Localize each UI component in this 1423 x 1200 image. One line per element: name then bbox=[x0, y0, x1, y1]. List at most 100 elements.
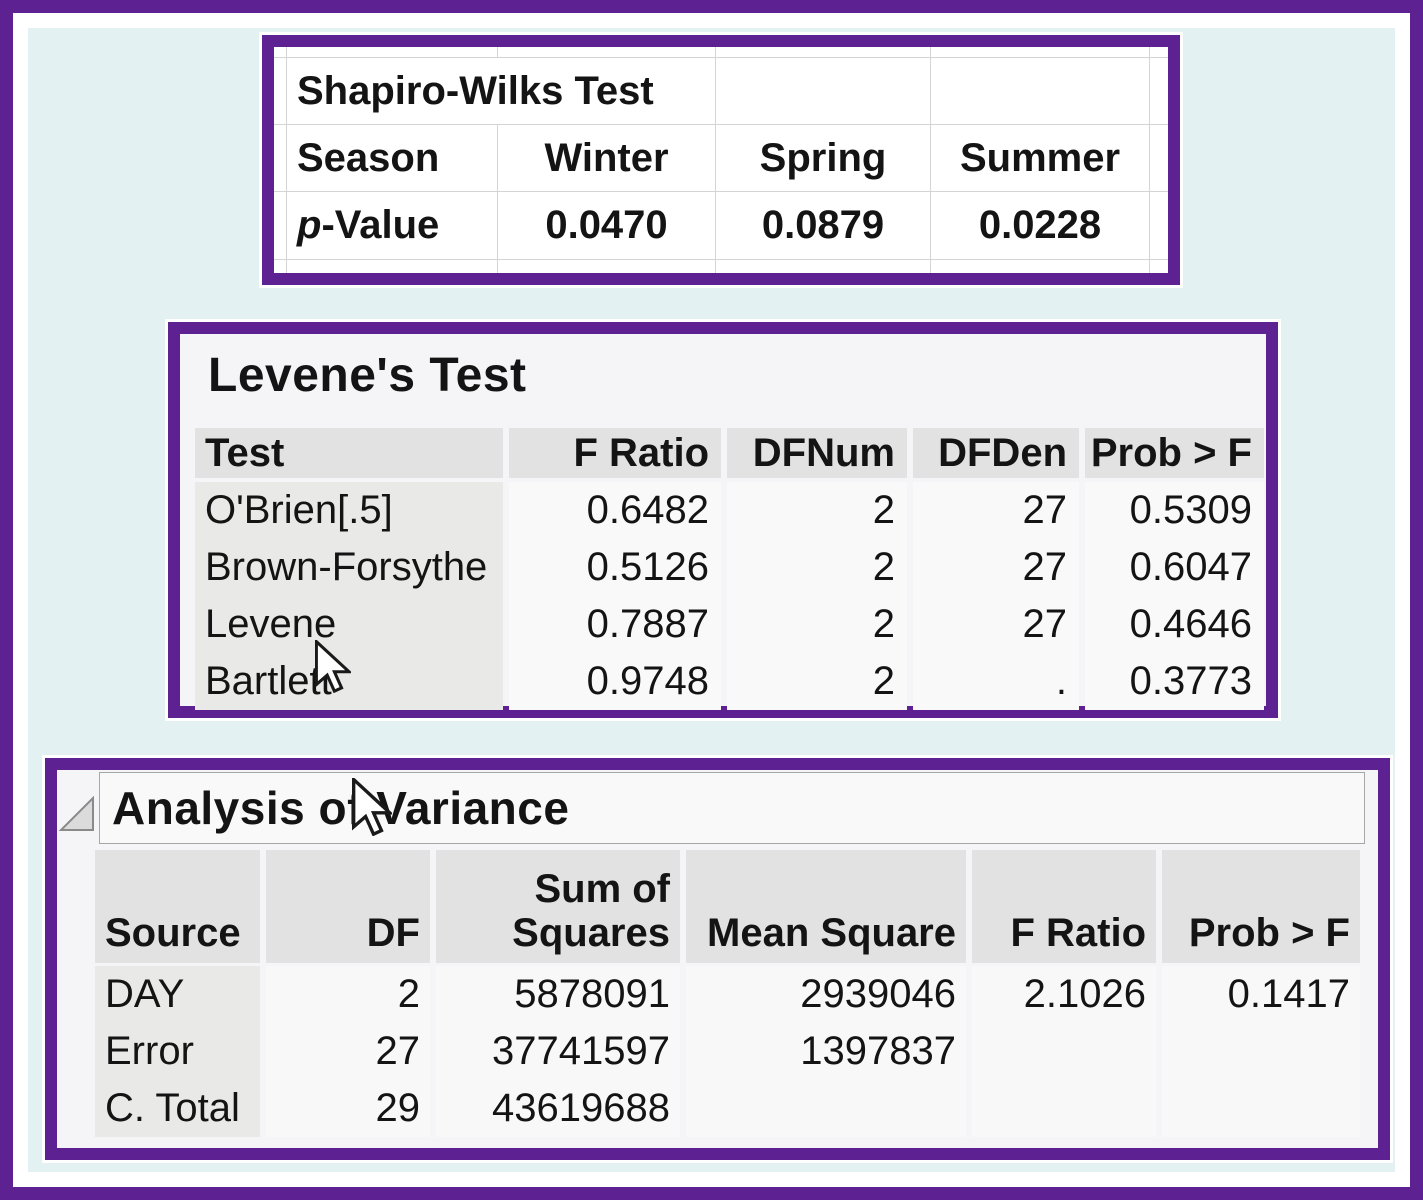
prob-f-value: 0.5309 bbox=[1085, 482, 1264, 539]
table-row: C. Total 29 43619688 bbox=[95, 1080, 1360, 1137]
grid-cell bbox=[274, 192, 287, 260]
df-value: 27 bbox=[266, 1023, 430, 1080]
pvalue-spring: 0.0879 bbox=[716, 192, 931, 260]
grid-cell bbox=[1150, 192, 1168, 260]
column-header-source: Source bbox=[95, 850, 260, 963]
outer-frame: Shapiro-Wilks Test Season Winter Spring … bbox=[0, 0, 1423, 1200]
source-name: C. Total bbox=[95, 1080, 260, 1137]
column-header-mean-square: Mean Square bbox=[686, 850, 966, 963]
test-name: O'Brien[.5] bbox=[195, 482, 503, 539]
sum-squares-value: 37741597 bbox=[436, 1023, 680, 1080]
grid-cell bbox=[716, 260, 931, 273]
prob-f-value: 0.1417 bbox=[1162, 966, 1360, 1023]
shapiro-title: Shapiro-Wilks Test bbox=[287, 58, 716, 125]
season-label: Season bbox=[287, 125, 498, 192]
df-value: 29 bbox=[266, 1080, 430, 1137]
prob-f-value: 0.3773 bbox=[1085, 653, 1264, 710]
mouse-cursor-icon bbox=[352, 778, 392, 836]
f-ratio-value: 2.1026 bbox=[972, 966, 1156, 1023]
column-header-dfnum: DFNum bbox=[727, 428, 907, 478]
grid-cell bbox=[274, 47, 287, 58]
mean-square-value: 2939046 bbox=[686, 966, 966, 1023]
anova-header-row: Source DF Sum of Squares Mean Square F R… bbox=[95, 850, 1360, 963]
dfden-value: 27 bbox=[913, 482, 1079, 539]
grid-cell bbox=[498, 260, 716, 273]
mouse-cursor-icon bbox=[315, 640, 351, 693]
df-value: 2 bbox=[266, 966, 430, 1023]
shapiro-table: Shapiro-Wilks Test Season Winter Spring … bbox=[274, 47, 1168, 273]
prob-f-value: 0.4646 bbox=[1085, 596, 1264, 653]
season-summer: Summer bbox=[931, 125, 1150, 192]
dfnum-value: 2 bbox=[727, 653, 907, 710]
anova-title-bar[interactable]: Analysis of Variance bbox=[99, 772, 1365, 844]
season-spring: Spring bbox=[716, 125, 931, 192]
grid-cell bbox=[274, 58, 287, 125]
column-header-prob-f: Prob > F bbox=[1085, 428, 1264, 478]
grid-cell bbox=[498, 47, 716, 58]
prob-f-value bbox=[1162, 1080, 1360, 1137]
table-row: Levene 0.7887 2 27 0.4646 bbox=[195, 596, 1264, 653]
sum-squares-value: 43619688 bbox=[436, 1080, 680, 1137]
table-row: O'Brien[.5] 0.6482 2 27 0.5309 bbox=[195, 482, 1264, 539]
grid-cell bbox=[931, 47, 1150, 58]
grid-cell bbox=[1150, 58, 1168, 125]
f-ratio-value bbox=[972, 1023, 1156, 1080]
table-row: Bartlett 0.9748 2 . 0.3773 bbox=[195, 653, 1264, 710]
f-ratio-value: 0.7887 bbox=[509, 596, 721, 653]
column-header-df: DF bbox=[266, 850, 430, 963]
mean-square-value: 1397837 bbox=[686, 1023, 966, 1080]
grid-cell bbox=[274, 125, 287, 192]
disclosure-triangle-icon[interactable] bbox=[57, 794, 97, 834]
grid-cell bbox=[716, 47, 931, 58]
f-ratio-value: 0.9748 bbox=[509, 653, 721, 710]
f-ratio-value bbox=[972, 1080, 1156, 1137]
grid-cell bbox=[716, 58, 931, 125]
prob-f-value: 0.6047 bbox=[1085, 539, 1264, 596]
pvalue-winter: 0.0470 bbox=[498, 192, 716, 260]
source-name: DAY bbox=[95, 966, 260, 1023]
season-winter: Winter bbox=[498, 125, 716, 192]
shapiro-wilks-panel: Shapiro-Wilks Test Season Winter Spring … bbox=[262, 35, 1180, 285]
anova-table: Source DF Sum of Squares Mean Square F R… bbox=[95, 850, 1360, 1137]
table-row: Error 27 37741597 1397837 bbox=[95, 1023, 1360, 1080]
source-name: Error bbox=[95, 1023, 260, 1080]
levene-header-row: Test F Ratio DFNum DFDen Prob > F bbox=[195, 428, 1264, 478]
grid-cell bbox=[1150, 125, 1168, 192]
levene-title: Levene's Test bbox=[208, 348, 527, 403]
dfnum-value: 2 bbox=[727, 596, 907, 653]
f-ratio-value: 0.5126 bbox=[509, 539, 721, 596]
grid-cell bbox=[274, 260, 287, 273]
column-header-sum-of-squares: Sum of Squares bbox=[436, 850, 680, 963]
anova-panel: Analysis of Variance Source DF Sum of Sq… bbox=[45, 758, 1390, 1160]
column-header-prob-f: Prob > F bbox=[1162, 850, 1360, 963]
column-header-f-ratio: F Ratio bbox=[509, 428, 721, 478]
table-row: DAY 2 5878091 2939046 2.1026 0.1417 bbox=[95, 966, 1360, 1023]
pvalue-summer: 0.0228 bbox=[931, 192, 1150, 260]
anova-title: Analysis of Variance bbox=[112, 781, 569, 835]
grid-cell bbox=[1150, 47, 1168, 58]
sum-squares-value: 5878091 bbox=[436, 966, 680, 1023]
dfden-value: 27 bbox=[913, 596, 1079, 653]
test-name: Brown-Forsythe bbox=[195, 539, 503, 596]
dfnum-value: 2 bbox=[727, 482, 907, 539]
column-header-dfden: DFDen bbox=[913, 428, 1079, 478]
workspace: Shapiro-Wilks Test Season Winter Spring … bbox=[28, 28, 1395, 1172]
grid-cell bbox=[931, 58, 1150, 125]
column-header-f-ratio: F Ratio bbox=[972, 850, 1156, 963]
grid-cell bbox=[931, 260, 1150, 273]
pvalue-p: p bbox=[297, 203, 321, 248]
levene-table: Test F Ratio DFNum DFDen Prob > F O'Brie… bbox=[195, 428, 1264, 710]
f-ratio-value: 0.6482 bbox=[509, 482, 721, 539]
grid-cell bbox=[287, 260, 498, 273]
dfnum-value: 2 bbox=[727, 539, 907, 596]
dfden-value: . bbox=[913, 653, 1079, 710]
table-row: Brown-Forsythe 0.5126 2 27 0.6047 bbox=[195, 539, 1264, 596]
column-header-test: Test bbox=[195, 428, 503, 478]
grid-cell bbox=[287, 47, 498, 58]
prob-f-value bbox=[1162, 1023, 1360, 1080]
mean-square-value bbox=[686, 1080, 966, 1137]
pvalue-label: p-Value bbox=[287, 192, 498, 260]
dfden-value: 27 bbox=[913, 539, 1079, 596]
grid-cell bbox=[1150, 260, 1168, 273]
pvalue-rest: -Value bbox=[321, 203, 439, 248]
